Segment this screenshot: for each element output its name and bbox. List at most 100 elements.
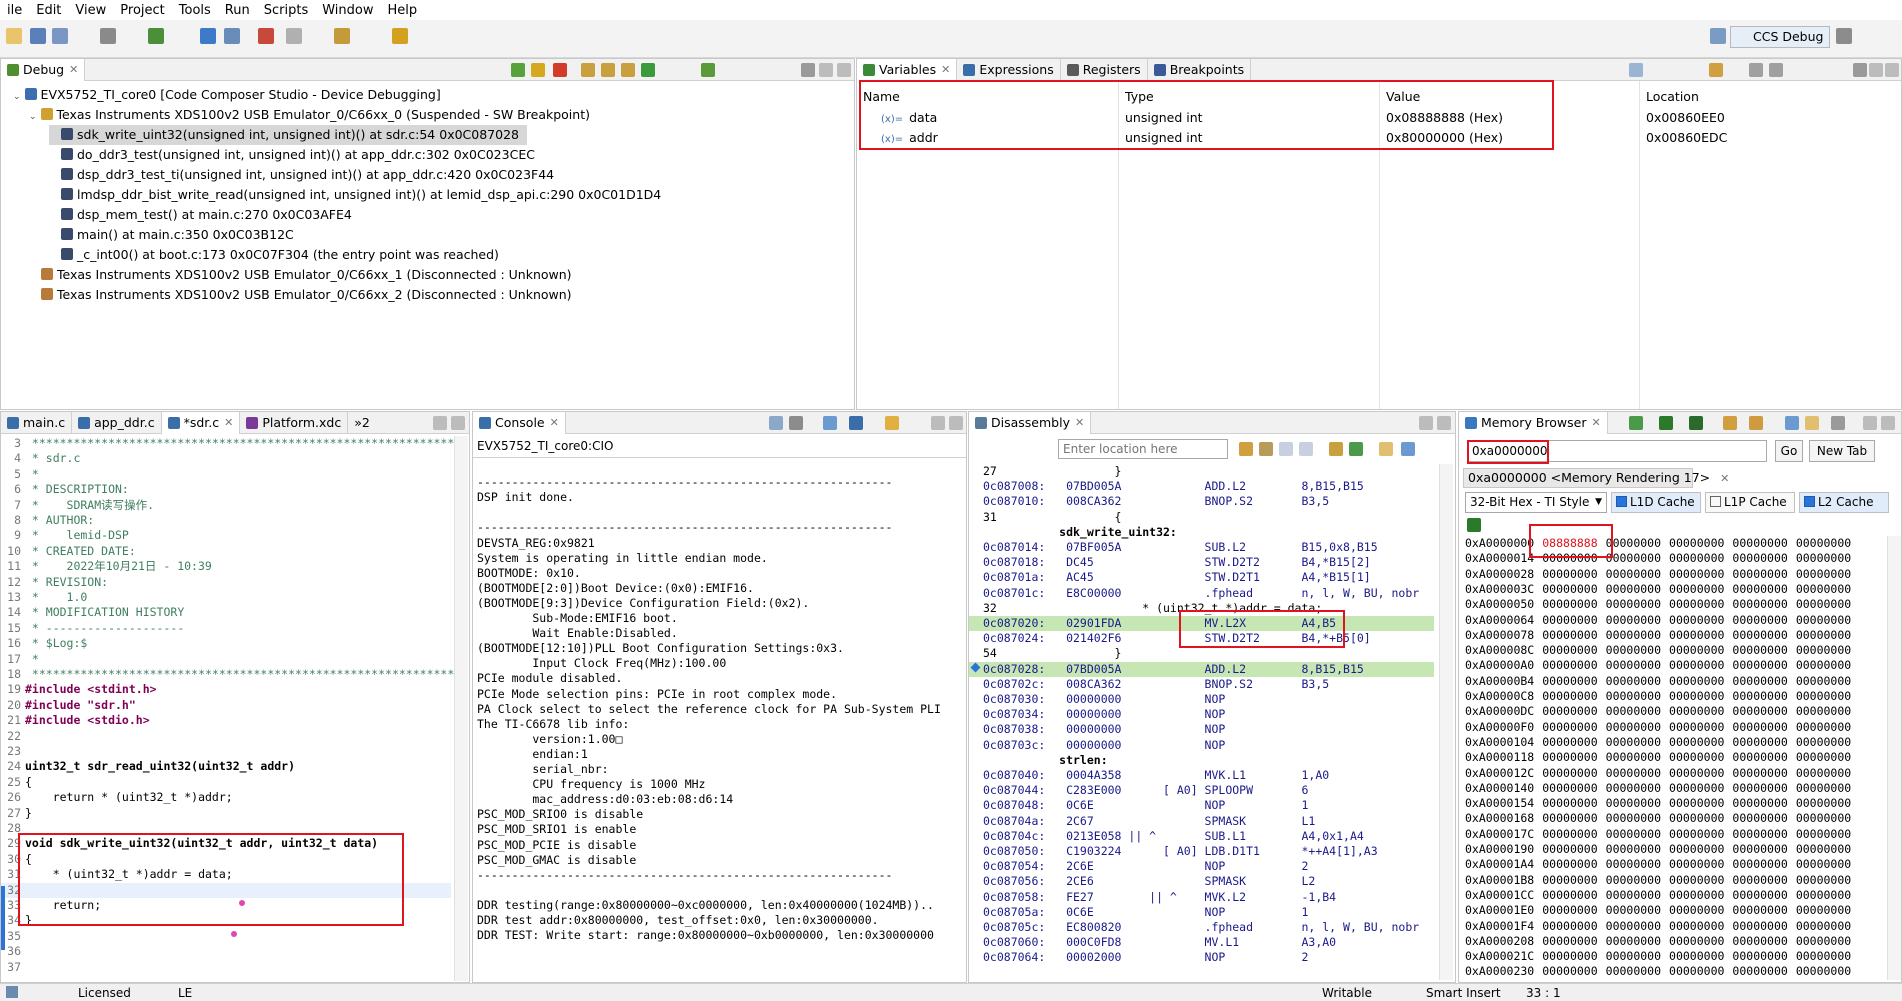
memory-word[interactable]: 00000000 bbox=[1732, 949, 1787, 963]
close-icon[interactable]: ✕ bbox=[224, 416, 233, 429]
memory-word[interactable]: 00000000 bbox=[1796, 597, 1851, 611]
memory-word[interactable]: 00000000 bbox=[1796, 811, 1851, 825]
import-icon[interactable] bbox=[1749, 416, 1763, 430]
debug-core-node[interactable]: Texas Instruments XDS100v2 USB Emulator_… bbox=[29, 265, 580, 285]
memory-word[interactable]: 00000000 bbox=[1669, 766, 1724, 780]
memory-word[interactable]: 00000000 bbox=[1732, 536, 1787, 550]
memory-word[interactable]: 00000000 bbox=[1669, 857, 1724, 871]
breakpoint-marker-icon[interactable] bbox=[231, 931, 237, 937]
memory-word[interactable]: 00000000 bbox=[1796, 750, 1851, 764]
memory-word[interactable]: 00000000 bbox=[1542, 658, 1597, 672]
column-header-name[interactable]: Name bbox=[857, 87, 900, 107]
tab-breakpoints[interactable]: Breakpoints bbox=[1148, 59, 1252, 81]
memory-word[interactable]: 00000000 bbox=[1796, 674, 1851, 688]
memory-word[interactable]: 00000000 bbox=[1732, 567, 1787, 581]
variable-name[interactable]: (x)= addr bbox=[875, 128, 938, 148]
memory-word[interactable]: 00000000 bbox=[1542, 857, 1597, 871]
memory-word[interactable]: 00000000 bbox=[1796, 842, 1851, 856]
variable-name[interactable]: (x)= data bbox=[875, 108, 937, 128]
memory-word[interactable]: 00000000 bbox=[1732, 857, 1787, 871]
minimize-icon[interactable] bbox=[819, 63, 833, 77]
menu-project[interactable]: Project bbox=[113, 3, 171, 18]
go-button[interactable]: Go bbox=[1775, 440, 1803, 462]
memory-word[interactable]: 00000000 bbox=[1732, 674, 1787, 688]
menu-scripts[interactable]: Scripts bbox=[257, 3, 315, 18]
expand-toggle-icon[interactable]: ⌄ bbox=[29, 112, 37, 122]
memory-word[interactable]: 00000000 bbox=[1732, 934, 1787, 948]
memory-word[interactable]: 00000000 bbox=[1796, 934, 1851, 948]
memory-word[interactable]: 00000000 bbox=[1606, 735, 1661, 749]
debug-node[interactable]: ⌄ EVX5752_TI_core0 [Code Composer Studio … bbox=[1, 85, 449, 105]
memory-grid[interactable]: 0xA0000000 08888888 00000000 00000000 000000… bbox=[1459, 536, 1879, 982]
memory-word[interactable]: 00000000 bbox=[1732, 873, 1787, 887]
memory-word[interactable]: 00000000 bbox=[1606, 750, 1661, 764]
menu-window[interactable]: Window bbox=[315, 3, 380, 18]
memory-word[interactable]: 00000000 bbox=[1732, 964, 1787, 978]
memory-word[interactable]: 00000000 bbox=[1669, 536, 1724, 550]
memory-word[interactable]: 00000000 bbox=[1796, 857, 1851, 871]
memory-word[interactable]: 00000000 bbox=[1732, 811, 1787, 825]
memory-word[interactable]: 00000000 bbox=[1669, 613, 1724, 627]
menu-tools[interactable]: Tools bbox=[172, 3, 218, 18]
tab-debug[interactable]: Debug ✕ bbox=[1, 59, 86, 81]
view-menu-icon[interactable] bbox=[801, 63, 815, 77]
memory-word[interactable]: 00000000 bbox=[1796, 689, 1851, 703]
memory-word[interactable]: 00000000 bbox=[1606, 964, 1661, 978]
memory-word[interactable]: 00000000 bbox=[1796, 567, 1851, 581]
home-icon[interactable] bbox=[1259, 442, 1273, 456]
minimize-icon[interactable] bbox=[1419, 416, 1433, 430]
editor-scrollbar[interactable] bbox=[454, 436, 468, 981]
memory-word[interactable]: 00000000 bbox=[1606, 658, 1661, 672]
memory-word[interactable]: 00000000 bbox=[1606, 613, 1661, 627]
perspective-menu-icon[interactable] bbox=[1836, 28, 1852, 44]
memory-word[interactable]: 00000000 bbox=[1669, 919, 1724, 933]
memory-word[interactable]: 00000000 bbox=[1669, 873, 1724, 887]
breakpoint-marker-icon[interactable] bbox=[239, 900, 245, 906]
minimize-icon[interactable] bbox=[1863, 416, 1877, 430]
cache-toggle-l1d-cache[interactable]: L1D Cache bbox=[1611, 492, 1701, 513]
maximize-icon[interactable] bbox=[1881, 416, 1895, 430]
variable-value[interactable]: 0x08888888 (Hex) bbox=[1380, 108, 1503, 128]
memory-word[interactable]: 00000000 bbox=[1732, 689, 1787, 703]
editor-tab[interactable]: main.c bbox=[1, 412, 73, 434]
memory-word[interactable]: 00000000 bbox=[1669, 903, 1724, 917]
memory-word[interactable]: 00000000 bbox=[1606, 919, 1661, 933]
memory-word[interactable]: 00000000 bbox=[1542, 597, 1597, 611]
memory-word[interactable]: 00000000 bbox=[1796, 873, 1851, 887]
load-memory-icon[interactable] bbox=[1689, 416, 1703, 430]
memory-word[interactable]: 00000000 bbox=[1542, 613, 1597, 627]
memory-word[interactable]: 00000000 bbox=[1542, 735, 1597, 749]
stack-frame[interactable]: dsp_mem_test() at main.c:270 0x0C03AFE4 bbox=[49, 205, 360, 225]
memory-word[interactable]: 00000000 bbox=[1669, 934, 1724, 948]
disassembly-listing[interactable]: 27 } 0c087008: 07BD005A ADD.L2 8,B15,B15 0… bbox=[969, 464, 1434, 982]
save-all-icon[interactable] bbox=[52, 28, 68, 44]
minimize-icon[interactable] bbox=[1869, 63, 1883, 77]
memory-word[interactable]: 00000000 bbox=[1732, 842, 1787, 856]
new-tab-button[interactable]: New Tab bbox=[1809, 440, 1875, 462]
memory-word[interactable]: 08888888 bbox=[1542, 536, 1597, 550]
memory-word[interactable]: 00000000 bbox=[1542, 903, 1597, 917]
memory-word[interactable]: 00000000 bbox=[1542, 934, 1597, 948]
tab-console[interactable]: Console ✕ bbox=[473, 412, 566, 434]
expand-toggle-icon[interactable]: ⌄ bbox=[13, 92, 21, 102]
menu-help[interactable]: Help bbox=[380, 3, 424, 18]
memory-word[interactable]: 00000000 bbox=[1606, 903, 1661, 917]
column-header-value[interactable]: Value bbox=[1380, 87, 1420, 107]
step-over-icon[interactable] bbox=[1349, 442, 1363, 456]
memory-word[interactable]: 00000000 bbox=[1606, 873, 1661, 887]
close-icon[interactable]: ✕ bbox=[1075, 416, 1084, 429]
memory-word[interactable]: 00000000 bbox=[1796, 551, 1851, 565]
memory-word[interactable]: 00000000 bbox=[1542, 842, 1597, 856]
step-over-icon[interactable] bbox=[601, 63, 615, 77]
maximize-icon[interactable] bbox=[1885, 63, 1899, 77]
memory-word[interactable]: 00000000 bbox=[1796, 919, 1851, 933]
pin-icon[interactable] bbox=[823, 416, 837, 430]
memory-word[interactable]: 00000000 bbox=[1606, 720, 1661, 734]
memory-word[interactable]: 00000000 bbox=[1796, 781, 1851, 795]
stack-frame[interactable]: main() at main.c:350 0x0C03B12C bbox=[49, 225, 302, 245]
memory-word[interactable]: 00000000 bbox=[1542, 551, 1597, 565]
memory-word[interactable]: 00000000 bbox=[1542, 888, 1597, 902]
memory-word[interactable]: 00000000 bbox=[1732, 735, 1787, 749]
add-watch-icon[interactable] bbox=[1709, 63, 1723, 77]
format-select[interactable]: 32-Bit Hex - TI Style ▼ bbox=[1465, 492, 1607, 513]
